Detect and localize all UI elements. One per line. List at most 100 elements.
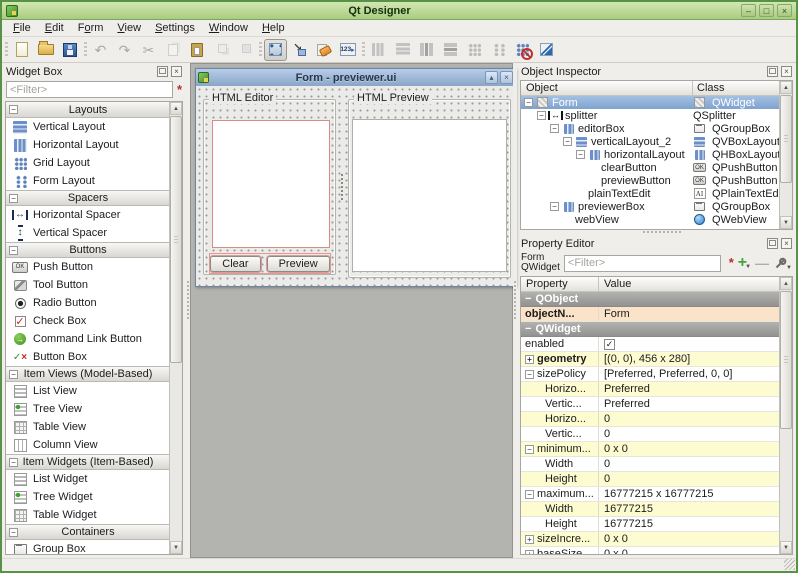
category-item-views[interactable]: −Item Views (Model-Based) <box>6 366 169 382</box>
property-row[interactable]: enabled✓ <box>521 337 779 352</box>
widget-item-horizontal-layout[interactable]: Horizontal Layout <box>6 136 169 154</box>
object-inspector-column-header[interactable]: Object Class <box>521 81 779 96</box>
open-form-button[interactable] <box>34 39 57 61</box>
checkbox-checked-icon[interactable]: ✓ <box>604 339 615 350</box>
collapse-icon[interactable]: − <box>525 445 534 454</box>
plain-text-edit[interactable] <box>212 120 330 248</box>
collapse-icon[interactable]: − <box>563 137 572 146</box>
tree-row-previewbutton[interactable]: previewButton QPushButton <box>521 174 779 187</box>
collapse-icon[interactable]: − <box>525 323 531 335</box>
button-row-layout[interactable]: Clear Preview <box>209 253 331 274</box>
dock-splitter-horizontal[interactable] <box>517 230 796 235</box>
edit-widgets-button[interactable] <box>264 39 287 61</box>
toolbar-handle[interactable] <box>360 40 366 60</box>
widget-item-table-widget[interactable]: Table Widget <box>6 506 169 524</box>
scroll-thumb[interactable] <box>170 116 182 363</box>
collapse-icon[interactable]: − <box>524 98 533 107</box>
close-dock-icon[interactable] <box>781 238 792 249</box>
menu-help[interactable]: Help <box>255 21 292 35</box>
widget-item-tree-view[interactable]: Tree View <box>6 400 169 418</box>
edit-signals-slots-button[interactable] <box>288 39 311 61</box>
web-view[interactable] <box>352 119 507 272</box>
edit-buddies-button[interactable] <box>312 39 335 61</box>
expand-icon[interactable]: + <box>525 355 534 364</box>
category-item-widgets[interactable]: −Item Widgets (Item-Based) <box>6 454 169 470</box>
adjust-size-button[interactable] <box>535 39 558 61</box>
minimize-icon[interactable]: – <box>741 4 756 17</box>
property-row[interactable]: Vertic...Preferred <box>521 397 779 412</box>
tree-row-webview[interactable]: webView QWebView <box>521 213 779 226</box>
scroll-thumb[interactable] <box>780 95 792 183</box>
tree-row-splitter[interactable]: −splitter QSplitter <box>521 109 779 122</box>
property-row[interactable]: Vertic...0 <box>521 427 779 442</box>
scroll-up-icon[interactable]: ▲ <box>780 81 792 94</box>
widget-item-column-view[interactable]: Column View <box>6 436 169 454</box>
scroll-thumb[interactable] <box>780 291 792 429</box>
collapse-icon[interactable]: − <box>550 202 559 211</box>
widget-box-scrollbar[interactable]: ▲ ▼ <box>169 102 182 554</box>
preview-button[interactable]: Preview <box>267 256 330 272</box>
property-row[interactable]: −sizePolicy[Preferred, Preferred, 0, 0] <box>521 367 779 382</box>
property-row[interactable]: Horizo...Preferred <box>521 382 779 397</box>
form-window-titlebar[interactable]: Form - previewer.ui ▴ × <box>196 69 515 86</box>
expand-icon[interactable]: + <box>525 535 534 544</box>
tree-row-editorbox[interactable]: −editorBox QGroupBox <box>521 122 779 135</box>
window-titlebar[interactable]: Qt Designer – □ × <box>2 2 796 20</box>
menu-edit[interactable]: Edit <box>38 21 71 35</box>
scroll-down-icon[interactable]: ▼ <box>780 216 792 229</box>
widget-item-form-layout[interactable]: Form Layout <box>6 172 169 190</box>
resize-grip[interactable] <box>784 559 795 570</box>
close-dock-icon[interactable] <box>781 66 792 77</box>
collapse-icon[interactable]: − <box>9 370 18 379</box>
scroll-down-icon[interactable]: ▼ <box>780 541 792 554</box>
collapse-icon[interactable]: − <box>9 458 18 467</box>
form-canvas[interactable]: HTML Editor Clear Preview HTML Preview <box>196 86 515 286</box>
break-layout-button[interactable] <box>511 39 534 61</box>
property-row[interactable]: Width16777215 <box>521 502 779 517</box>
widget-item-check-box[interactable]: Check Box <box>6 312 169 330</box>
property-editor-scrollbar[interactable]: ▲ ▼ <box>779 277 792 554</box>
property-editor-column-header[interactable]: Property Value <box>521 277 779 292</box>
editor-group-box[interactable]: HTML Editor Clear Preview <box>203 99 336 275</box>
add-dynamic-property-button[interactable]: +▼ <box>738 256 751 270</box>
mdi-maximize-icon[interactable]: ▴ <box>485 71 498 84</box>
property-row[interactable]: +geometry[(0, 0), 456 x 280] <box>521 352 779 367</box>
collapse-icon[interactable]: − <box>576 150 585 159</box>
edit-tab-order-button[interactable] <box>336 39 359 61</box>
property-filter-input[interactable] <box>564 255 721 272</box>
collapse-icon[interactable]: − <box>525 293 531 305</box>
property-row[interactable]: −minimum...0 x 0 <box>521 442 779 457</box>
category-containers[interactable]: −Containers <box>6 524 169 540</box>
widget-item-command-link-button[interactable]: Command Link Button <box>6 330 169 348</box>
property-row[interactable]: Width0 <box>521 457 779 472</box>
menu-file[interactable]: File <box>6 21 38 35</box>
toolbar-handle[interactable] <box>257 40 263 60</box>
widget-item-tree-widget[interactable]: Tree Widget <box>6 488 169 506</box>
property-row[interactable]: +baseSize0 x 0 <box>521 547 779 555</box>
category-layouts[interactable]: −Layouts <box>6 102 169 118</box>
property-group-row[interactable]: −QWidget <box>521 322 779 337</box>
toolbar-handle[interactable] <box>82 40 88 60</box>
category-buttons[interactable]: −Buttons <box>6 242 169 258</box>
widget-item-radio-button[interactable]: Radio Button <box>6 294 169 312</box>
tree-row-form[interactable]: −Form QWidget <box>521 96 779 109</box>
collapse-icon[interactable]: − <box>9 246 18 255</box>
property-row[interactable]: Horizo...0 <box>521 412 779 427</box>
property-row[interactable]: +sizeIncre...0 x 0 <box>521 532 779 547</box>
configure-property-editor-button[interactable]: ▼ <box>773 256 792 271</box>
tree-row-horizontallayout[interactable]: −horizontalLayout QHBoxLayout <box>521 148 779 161</box>
widget-item-grid-layout[interactable]: Grid Layout <box>6 154 169 172</box>
property-row[interactable]: −maximum...16777215 x 16777215 <box>521 487 779 502</box>
widget-filter-input[interactable] <box>6 81 173 98</box>
widget-item-push-button[interactable]: Push Button <box>6 258 169 276</box>
preview-group-box[interactable]: HTML Preview <box>348 99 511 278</box>
scroll-up-icon[interactable]: ▲ <box>170 102 182 115</box>
object-inspector-scrollbar[interactable]: ▲ ▼ <box>779 81 792 229</box>
form-splitter-handle[interactable] <box>337 99 347 277</box>
float-dock-icon[interactable] <box>767 66 778 77</box>
close-icon[interactable]: × <box>777 4 792 17</box>
tree-row-previewerbox[interactable]: −previewerBox QGroupBox <box>521 200 779 213</box>
collapse-icon[interactable]: − <box>9 105 18 114</box>
collapse-icon[interactable]: − <box>9 528 18 537</box>
collapse-icon[interactable]: − <box>525 370 534 379</box>
